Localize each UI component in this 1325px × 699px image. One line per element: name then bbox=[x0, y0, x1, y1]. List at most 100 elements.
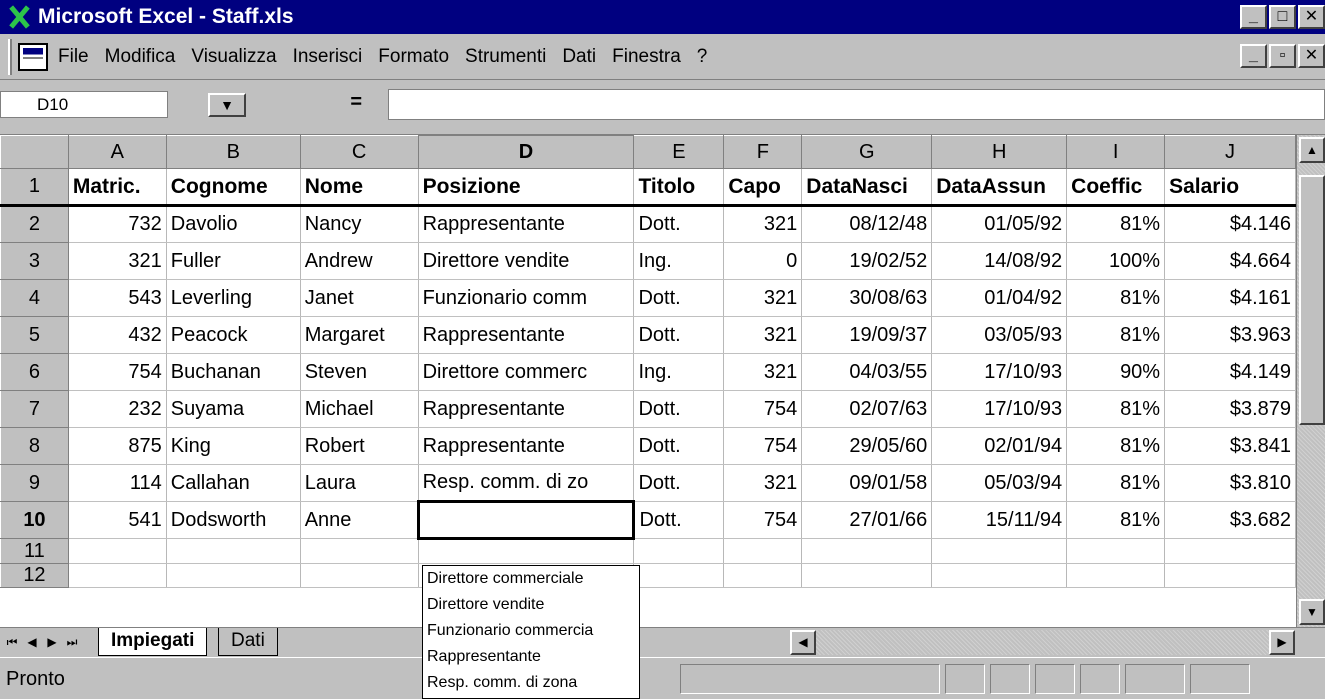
cell-h11[interactable] bbox=[931, 538, 1068, 564]
row-header-3[interactable]: 3 bbox=[0, 242, 69, 280]
tab-impiegati[interactable]: Impiegati bbox=[98, 628, 208, 656]
cell-f12[interactable] bbox=[723, 563, 803, 588]
cell-f2[interactable]: 321 bbox=[723, 205, 803, 243]
cell-j1[interactable]: Salario bbox=[1164, 168, 1296, 207]
cell-g6[interactable]: 04/03/55 bbox=[801, 353, 933, 391]
cell-i2[interactable]: 81% bbox=[1066, 205, 1166, 243]
cell-i12[interactable] bbox=[1066, 563, 1166, 588]
cell-a5[interactable]: 432 bbox=[67, 316, 167, 354]
cell-f5[interactable]: 321 bbox=[723, 316, 803, 354]
cell-b11[interactable] bbox=[165, 538, 301, 564]
cell-g4[interactable]: 30/08/63 bbox=[801, 279, 933, 317]
cell-a8[interactable]: 875 bbox=[67, 427, 167, 465]
menu-strumenti[interactable]: Strumenti bbox=[465, 46, 546, 68]
cell-e10[interactable]: Dott. bbox=[633, 501, 725, 539]
cell-f6[interactable]: 321 bbox=[723, 353, 803, 391]
cell-a6[interactable]: 754 bbox=[67, 353, 167, 391]
cell-e12[interactable] bbox=[633, 563, 725, 588]
cell-e9[interactable]: Dott. bbox=[633, 464, 725, 502]
cell-i3[interactable]: 100% bbox=[1066, 242, 1166, 280]
cell-f3[interactable]: 0 bbox=[723, 242, 803, 280]
cell-b5[interactable]: Peacock bbox=[165, 316, 301, 354]
cell-g5[interactable]: 19/09/37 bbox=[801, 316, 933, 354]
menu-finestra[interactable]: Finestra bbox=[612, 46, 681, 68]
cell-g11[interactable] bbox=[801, 538, 933, 564]
cell-h4[interactable]: 01/04/92 bbox=[931, 279, 1068, 317]
cell-b2[interactable]: Davolio bbox=[165, 205, 301, 243]
dropdown-option[interactable]: Rappresentante bbox=[427, 644, 639, 670]
cell-e4[interactable]: Dott. bbox=[633, 279, 725, 317]
doc-restore-button[interactable]: ▫ bbox=[1269, 44, 1296, 68]
column-header-f[interactable]: F bbox=[723, 135, 803, 169]
next-sheet-icon[interactable]: ▶ bbox=[42, 630, 62, 654]
minimize-button[interactable]: _ bbox=[1240, 5, 1267, 29]
menu-dati[interactable]: Dati bbox=[562, 46, 596, 68]
column-header-j[interactable]: J bbox=[1164, 135, 1296, 169]
vertical-scrollbar[interactable]: ▲ ▼ bbox=[1296, 135, 1325, 628]
cell-i4[interactable]: 81% bbox=[1066, 279, 1166, 317]
cell-b12[interactable] bbox=[165, 563, 301, 588]
cell-j6[interactable]: $4.149 bbox=[1164, 353, 1296, 391]
cell-j4[interactable]: $4.161 bbox=[1164, 279, 1296, 317]
menu-visualizza[interactable]: Visualizza bbox=[191, 46, 276, 68]
cell-c9[interactable]: Laura bbox=[299, 464, 419, 502]
cell-j7[interactable]: $3.879 bbox=[1164, 390, 1296, 428]
cell-d3[interactable]: Direttore vendite bbox=[417, 242, 635, 280]
cell-e1[interactable]: Titolo bbox=[633, 168, 725, 207]
cell-j5[interactable]: $3.963 bbox=[1164, 316, 1296, 354]
row-header-6[interactable]: 6 bbox=[0, 353, 69, 391]
cell-a12[interactable] bbox=[67, 563, 167, 588]
formula-input[interactable] bbox=[388, 89, 1325, 120]
cell-h10[interactable]: 15/11/94 bbox=[931, 501, 1068, 539]
cell-h2[interactable]: 01/05/92 bbox=[931, 205, 1068, 243]
cell-d10[interactable] bbox=[416, 500, 636, 540]
cell-c8[interactable]: Robert bbox=[299, 427, 419, 465]
row-header-2[interactable]: 2 bbox=[0, 205, 69, 243]
cell-f7[interactable]: 754 bbox=[723, 390, 803, 428]
cell-d9[interactable]: Resp. comm. di zo bbox=[417, 464, 635, 502]
cell-d6[interactable]: Direttore commerc bbox=[417, 353, 635, 391]
cell-g10[interactable]: 27/01/66 bbox=[801, 501, 933, 539]
cell-h12[interactable] bbox=[931, 563, 1068, 588]
row-header-1[interactable]: 1 bbox=[0, 168, 69, 206]
row-header-9[interactable]: 9 bbox=[0, 464, 69, 502]
cell-i10[interactable]: 81% bbox=[1066, 501, 1166, 539]
cell-g1[interactable]: DataNasci bbox=[801, 168, 933, 207]
dropdown-option[interactable]: Direttore vendite bbox=[427, 592, 639, 618]
cell-a9[interactable]: 114 bbox=[67, 464, 167, 502]
cell-e5[interactable]: Dott. bbox=[633, 316, 725, 354]
cell-c2[interactable]: Nancy bbox=[299, 205, 419, 243]
cell-i5[interactable]: 81% bbox=[1066, 316, 1166, 354]
row-header-7[interactable]: 7 bbox=[0, 390, 69, 428]
cell-e6[interactable]: Ing. bbox=[633, 353, 725, 391]
cell-b6[interactable]: Buchanan bbox=[165, 353, 301, 391]
scroll-left-icon[interactable]: ◀ bbox=[790, 630, 816, 655]
cell-a7[interactable]: 232 bbox=[67, 390, 167, 428]
column-header-h[interactable]: H bbox=[931, 135, 1068, 169]
cell-j2[interactable]: $4.146 bbox=[1164, 205, 1296, 243]
doc-close-button[interactable]: ✕ bbox=[1298, 44, 1325, 68]
cell-i9[interactable]: 81% bbox=[1066, 464, 1166, 502]
cell-a2[interactable]: 732 bbox=[67, 205, 167, 243]
cell-h3[interactable]: 14/08/92 bbox=[931, 242, 1068, 280]
cell-e8[interactable]: Dott. bbox=[633, 427, 725, 465]
row-header-8[interactable]: 8 bbox=[0, 427, 69, 465]
cell-e3[interactable]: Ing. bbox=[633, 242, 725, 280]
cell-e11[interactable] bbox=[633, 538, 725, 564]
column-header-e[interactable]: E bbox=[633, 135, 725, 169]
cell-c5[interactable]: Margaret bbox=[299, 316, 419, 354]
cell-i7[interactable]: 81% bbox=[1066, 390, 1166, 428]
dropdown-option[interactable]: Resp. comm. di zona bbox=[427, 670, 639, 696]
cell-d5[interactable]: Rappresentante bbox=[417, 316, 635, 354]
cell-a3[interactable]: 321 bbox=[67, 242, 167, 280]
cell-i8[interactable]: 81% bbox=[1066, 427, 1166, 465]
cell-j8[interactable]: $3.841 bbox=[1164, 427, 1296, 465]
cell-c6[interactable]: Steven bbox=[299, 353, 419, 391]
cell-j3[interactable]: $4.664 bbox=[1164, 242, 1296, 280]
cell-c11[interactable] bbox=[299, 538, 419, 564]
cell-f8[interactable]: 754 bbox=[723, 427, 803, 465]
cell-i6[interactable]: 90% bbox=[1066, 353, 1166, 391]
vertical-scroll-thumb[interactable] bbox=[1299, 175, 1325, 425]
cell-g3[interactable]: 19/02/52 bbox=[801, 242, 933, 280]
cell-d2[interactable]: Rappresentante bbox=[417, 205, 635, 243]
